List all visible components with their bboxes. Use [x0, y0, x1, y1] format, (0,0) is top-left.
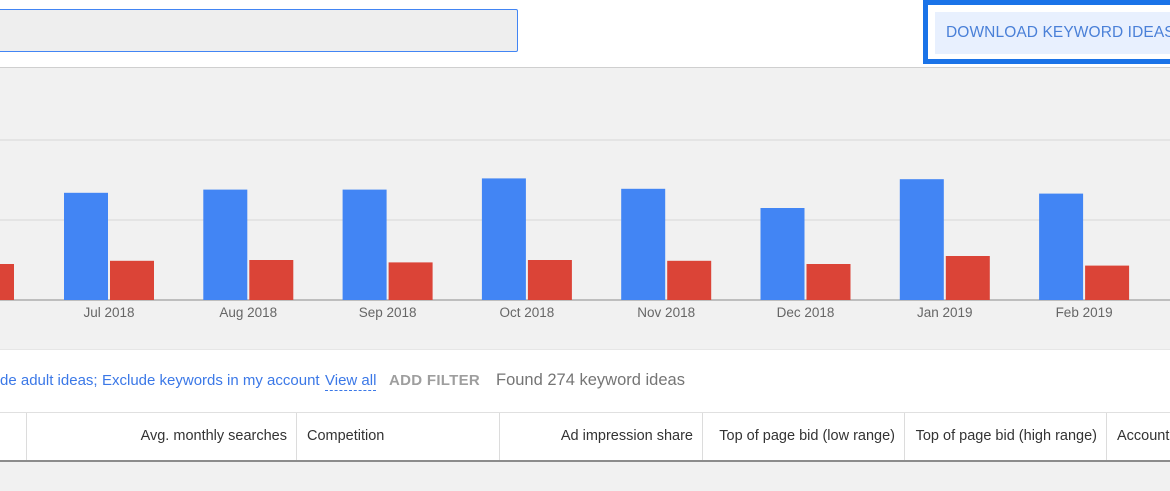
column-header-account[interactable]: Account — [1106, 413, 1170, 460]
column-header-top-bid-high[interactable]: Top of page bid (high range) — [904, 413, 1106, 460]
top-toolbar: DOWNLOAD KEYWORD IDEAS — [0, 0, 1170, 68]
filter-bar: de adult ideas; Exclude keywords in my a… — [0, 349, 1170, 413]
bar-blue-3 — [481, 178, 526, 300]
x-tick-label-5: Dec 2018 — [777, 305, 835, 320]
keyword-search-input[interactable] — [0, 9, 518, 52]
bar-blue-7 — [1039, 193, 1084, 300]
bar-blue-4 — [621, 188, 666, 300]
bar-blue-2 — [342, 189, 387, 300]
x-tick-label-2: Sep 2018 — [359, 305, 417, 320]
column-header-top-bid-low[interactable]: Top of page bid (low range) — [702, 413, 904, 460]
x-tick-label-4: Nov 2018 — [637, 305, 695, 320]
x-tick-label-6: Jan 2019 — [917, 305, 973, 320]
x-tick-label-7: Feb 2019 — [1056, 305, 1113, 320]
bar-blue-0 — [64, 192, 108, 300]
bar-red-3 — [527, 260, 572, 300]
x-tick-label-0: Jul 2018 — [83, 305, 134, 320]
x-tick-label-1: Aug 2018 — [219, 305, 277, 320]
x-tick-label-3: Oct 2018 — [500, 305, 555, 320]
view-all-link[interactable]: View all — [325, 372, 377, 391]
search-volume-chart: Jul 2018 Aug 2018 Sep 2018 Oct 2018 Nov 2018… — [0, 68, 1170, 349]
bar-red-4 — [667, 260, 712, 300]
bar-blue-5 — [760, 208, 805, 300]
download-keyword-ideas-button[interactable]: DOWNLOAD KEYWORD IDEAS — [935, 12, 1170, 54]
exclude-adult-ideas-filter[interactable]: de adult ideas; — [0, 372, 98, 389]
column-header-avg-monthly-searches[interactable]: Avg. monthly searches — [26, 413, 296, 460]
bar-red-7 — [1085, 265, 1130, 300]
bar-red-5 — [806, 264, 851, 300]
exclude-account-keywords-filter[interactable]: Exclude keywords in my account — [102, 372, 320, 389]
found-count-label: Found 274 keyword ideas — [496, 371, 685, 389]
keyword-table-header: Avg. monthly searches Competition Ad imp… — [0, 412, 1170, 462]
bar-red-0 — [110, 260, 154, 300]
bar-blue-1 — [203, 189, 248, 300]
bar-blue-6 — [899, 179, 944, 300]
column-header-ad-impression-share[interactable]: Ad impression share — [499, 413, 702, 460]
add-filter-button[interactable]: ADD FILTER — [389, 372, 480, 389]
download-highlight: DOWNLOAD KEYWORD IDEAS — [923, 0, 1170, 64]
bar-red-6 — [945, 256, 990, 300]
column-header-competition[interactable]: Competition — [296, 413, 499, 460]
bar-red-1 — [249, 260, 294, 300]
bar-red-partial — [0, 264, 14, 300]
column-header-keyword[interactable] — [0, 413, 26, 460]
chart-svg: Jul 2018 Aug 2018 Sep 2018 Oct 2018 Nov 2018… — [0, 139, 1170, 320]
bar-red-2 — [388, 262, 433, 300]
